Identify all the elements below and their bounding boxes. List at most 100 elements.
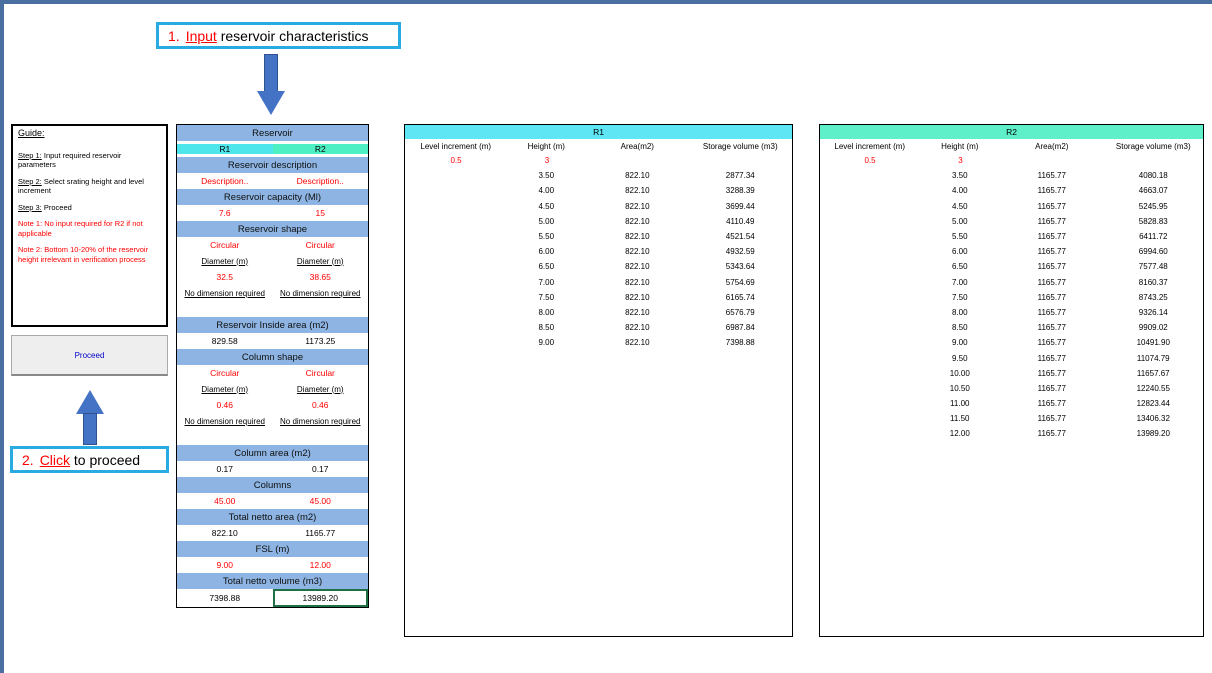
col-storage-volume: Storage volume (m3) bbox=[1115, 141, 1191, 151]
volume-cell: 5343.64 bbox=[725, 262, 755, 272]
callout-click: 2. Click to proceed bbox=[10, 446, 169, 473]
volume-cell: 11074.79 bbox=[1136, 353, 1170, 363]
area-cell: 822.10 bbox=[625, 186, 650, 196]
r1-diameter-input[interactable]: 32.5 bbox=[177, 272, 273, 282]
capacity-header: Reservoir capacity (Ml) bbox=[177, 189, 368, 205]
area-cell: 822.10 bbox=[625, 171, 650, 181]
height-cell: 7.00 bbox=[951, 277, 968, 287]
area-cell: 822.10 bbox=[625, 247, 650, 257]
volume-cell: 4110.49 bbox=[726, 216, 755, 226]
r2-diameter-input[interactable]: 38.65 bbox=[273, 272, 369, 282]
height-cell: 6.00 bbox=[951, 247, 968, 257]
area-cell: 1165.77 bbox=[1037, 216, 1066, 226]
r2-shape-select[interactable]: Circular bbox=[273, 240, 369, 250]
area-cell: 822.10 bbox=[625, 277, 650, 287]
table-row: 7.50 822.10 6165.74 bbox=[405, 290, 792, 305]
r1-dimension-label: Diameter (m) bbox=[201, 256, 249, 266]
table-row: 7.50 1165.77 8743.25 bbox=[820, 290, 1203, 305]
height-cell: 10.50 bbox=[949, 383, 970, 393]
height-cell: 5.00 bbox=[951, 216, 968, 226]
r1-columns-input[interactable]: 45.00 bbox=[177, 496, 273, 506]
table-row: 6.50 1165.77 7577.48 bbox=[820, 259, 1203, 274]
r2-description-input[interactable]: Description.. bbox=[273, 176, 369, 186]
area-cell: 822.10 bbox=[625, 262, 650, 272]
r1-fsl-input[interactable]: 9.00 bbox=[177, 560, 273, 570]
volume-cell: 7398.88 bbox=[725, 338, 755, 348]
table-row: 5.00 822.10 4110.49 bbox=[405, 214, 792, 229]
area-cell: 1165.77 bbox=[1037, 383, 1066, 393]
r2-dimension-label: Diameter (m) bbox=[296, 256, 344, 266]
r2-inside-area: 1173.25 bbox=[305, 336, 336, 346]
height-cell: 5.50 bbox=[538, 232, 555, 242]
volume-cell: 4080.18 bbox=[1138, 171, 1168, 181]
area-cell: 1165.77 bbox=[1037, 323, 1066, 333]
r2-column-shape-select[interactable]: Circular bbox=[273, 368, 369, 378]
r1-shape-select[interactable]: Circular bbox=[177, 240, 273, 250]
guide-note1: Note 1: No input required for R2 if not … bbox=[18, 219, 143, 238]
arrow-up-shaft bbox=[83, 413, 97, 445]
table-row: 3.50 822.10 2877.34 bbox=[405, 168, 792, 183]
callout-keyword: Input bbox=[185, 28, 217, 44]
r1-inside-area: 829.58 bbox=[211, 336, 238, 346]
r2-table-title: R2 bbox=[820, 125, 1203, 139]
r2-fsl-input[interactable]: 12.00 bbox=[273, 560, 369, 570]
volume-cell: 3288.39 bbox=[725, 186, 755, 196]
r1-start-height-input[interactable]: 3 bbox=[507, 156, 587, 165]
arrow-up-icon bbox=[76, 390, 104, 414]
table-row: 4.50 822.10 3699.44 bbox=[405, 199, 792, 214]
guide-box: Guide: Step 1: Input required reservoir … bbox=[11, 124, 168, 327]
r1-label: R1 bbox=[177, 144, 273, 154]
r2-netto-volume-selected-cell[interactable]: 13989.20 bbox=[272, 589, 368, 607]
table-row: 5.50 822.10 4521.54 bbox=[405, 229, 792, 244]
table-row: 6.00 822.10 4932.59 bbox=[405, 244, 792, 259]
r1-description-input[interactable]: Description.. bbox=[177, 176, 273, 186]
table-row: 11.50 1165.77 13406.32 bbox=[820, 411, 1203, 426]
area-cell: 1165.77 bbox=[1037, 201, 1066, 211]
r2-netto-area: 1165.77 bbox=[305, 528, 336, 538]
proceed-button[interactable]: Proceed bbox=[11, 335, 168, 376]
height-cell: 11.50 bbox=[950, 414, 970, 424]
r2-columns-input[interactable]: 45.00 bbox=[273, 496, 369, 506]
table-row: 3.50 1165.77 4080.18 bbox=[820, 168, 1203, 183]
height-cell: 4.00 bbox=[951, 186, 968, 196]
r1-level-increment-input[interactable]: 0.5 bbox=[405, 156, 507, 165]
volume-cell: 6411.72 bbox=[1139, 232, 1168, 242]
height-cell: 6.50 bbox=[538, 262, 555, 272]
r1-capacity-input[interactable]: 7.6 bbox=[177, 208, 273, 218]
col-height: Height (m) bbox=[941, 141, 979, 151]
area-cell: 822.10 bbox=[625, 307, 650, 317]
height-cell: 7.50 bbox=[951, 292, 968, 302]
table-row: 11.00 1165.77 12823.44 bbox=[820, 396, 1203, 411]
col-storage-volume: Storage volume (m3) bbox=[702, 141, 778, 151]
volume-cell: 13989.20 bbox=[1136, 429, 1170, 439]
r1-column-diameter-input[interactable]: 0.46 bbox=[177, 400, 273, 410]
r2-start-height-input[interactable]: 3 bbox=[920, 156, 1001, 165]
table-row: 8.50 1165.77 9909.02 bbox=[820, 320, 1203, 335]
callout-number: 2. bbox=[22, 452, 34, 468]
r2-capacity-input[interactable]: 15 bbox=[273, 208, 369, 218]
volume-cell: 11657.67 bbox=[1136, 368, 1170, 378]
height-cell: 7.50 bbox=[538, 292, 555, 302]
r2-label: R2 bbox=[272, 144, 368, 154]
height-cell: 8.50 bbox=[538, 323, 555, 333]
table-row: 4.00 1165.77 4663.07 bbox=[820, 183, 1203, 198]
area-cell: 1165.77 bbox=[1037, 262, 1066, 272]
guide-step3: Step 3: Proceed bbox=[18, 202, 72, 212]
r2-column-diameter-input[interactable]: 0.46 bbox=[273, 400, 369, 410]
table-row: 12.00 1165.77 13989.20 bbox=[820, 426, 1203, 441]
arrow-down-icon bbox=[257, 91, 285, 115]
table-row: 8.00 822.10 6576.79 bbox=[405, 305, 792, 320]
guide-step1: Step 1: Input required reservoir paramet… bbox=[18, 150, 122, 170]
col-height: Height (m) bbox=[527, 141, 565, 151]
r2-level-increment-input[interactable]: 0.5 bbox=[820, 156, 920, 165]
volume-cell: 4932.59 bbox=[725, 247, 755, 257]
guide-title: Guide: bbox=[18, 128, 45, 138]
volume-cell: 5754.69 bbox=[725, 277, 755, 287]
r1-no-dimension: No dimension required bbox=[184, 288, 266, 298]
area-cell: 822.10 bbox=[625, 323, 650, 333]
r1-column-shape-select[interactable]: Circular bbox=[177, 368, 273, 378]
table-row: 8.50 822.10 6987.84 bbox=[405, 320, 792, 335]
arrow-down-shaft bbox=[264, 54, 278, 92]
callout-text: to proceed bbox=[70, 452, 141, 468]
column-area-header: Column area (m2) bbox=[177, 445, 368, 461]
